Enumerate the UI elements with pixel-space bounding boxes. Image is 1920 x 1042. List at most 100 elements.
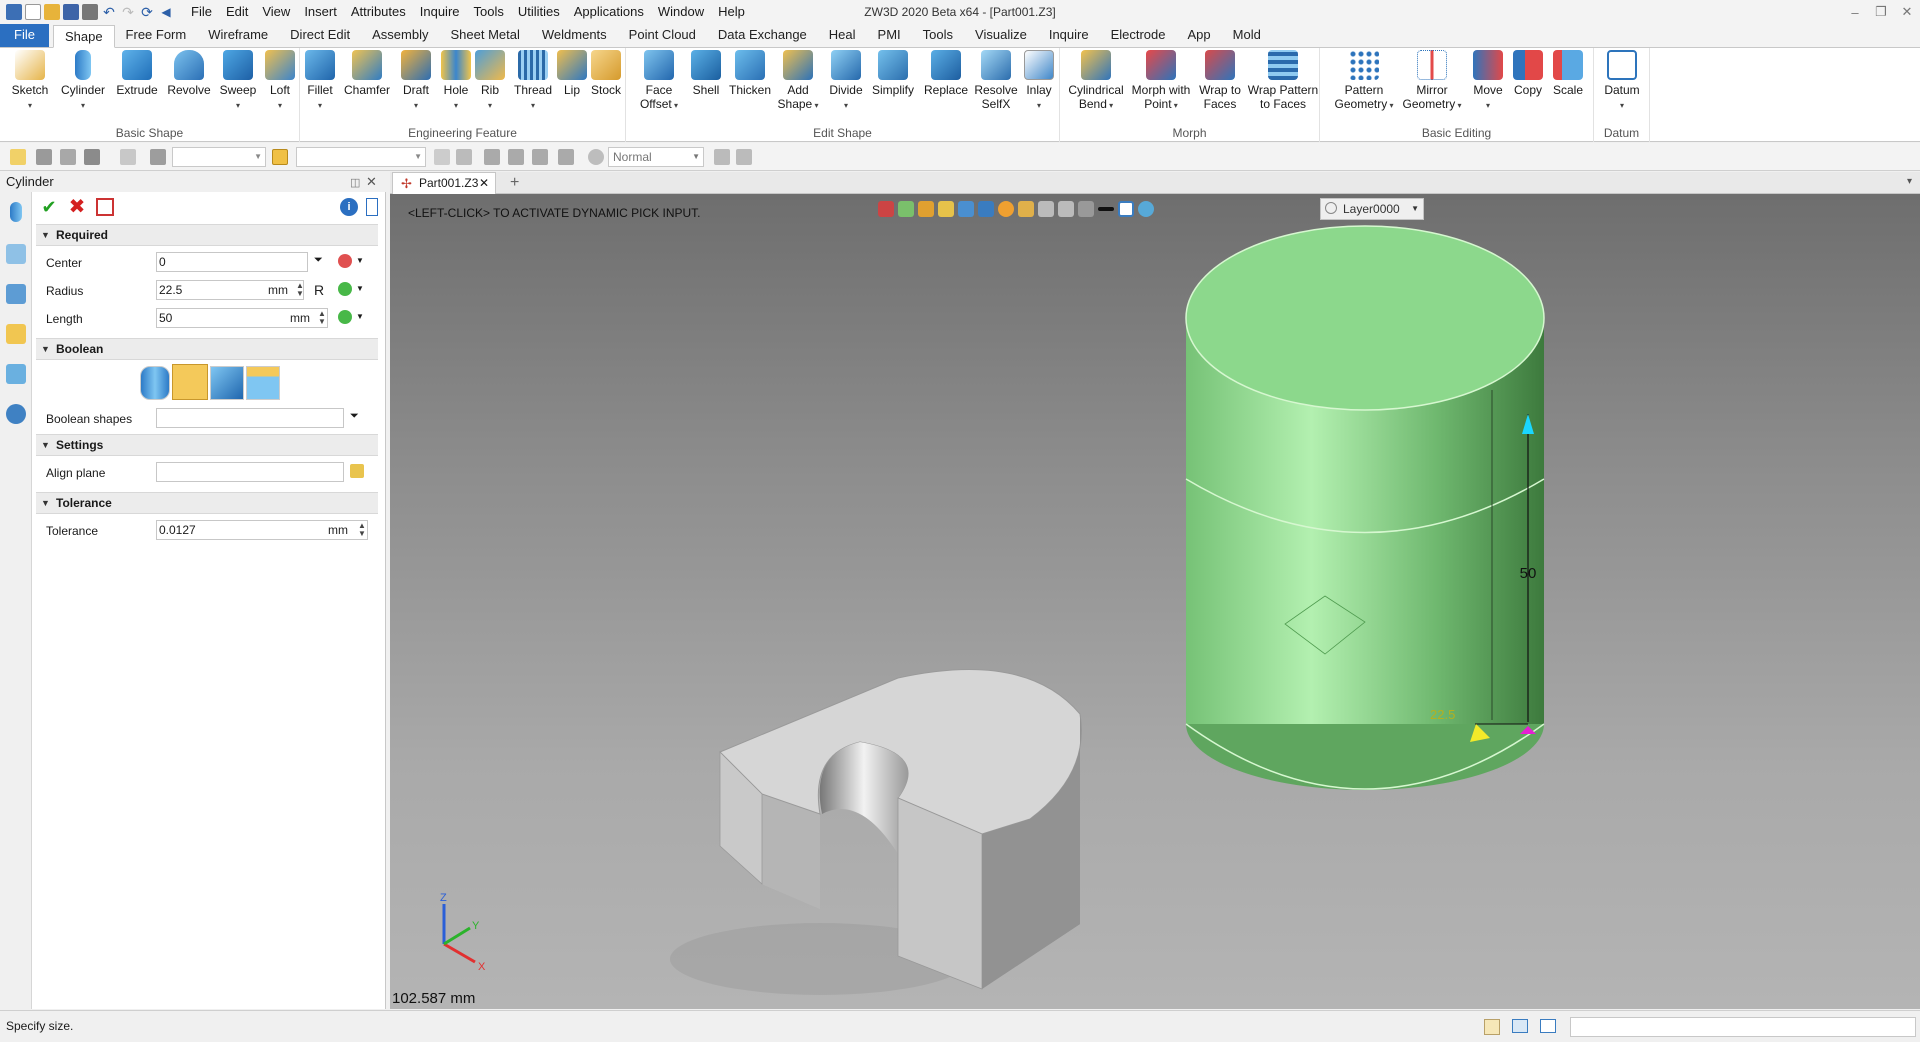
- redo-icon[interactable]: ↷: [120, 4, 136, 20]
- radius-spinner[interactable]: ▲ ▼: [296, 282, 304, 298]
- copy-button[interactable]: Copy: [1508, 50, 1548, 97]
- cylinder-button[interactable]: Cylinder ▾: [58, 50, 108, 113]
- tool-icon[interactable]: [714, 149, 730, 165]
- face-offset-button[interactable]: Face Offset ▾: [630, 50, 688, 113]
- wrap-to-faces-button[interactable]: Wrap to Faces: [1194, 50, 1246, 111]
- open-folder-icon[interactable]: [44, 4, 60, 20]
- length-dimension[interactable]: 50: [1520, 565, 1537, 582]
- loft-button[interactable]: Loft ▾: [262, 50, 298, 113]
- monitor-icon[interactable]: [1512, 1019, 1528, 1033]
- chevron-down-icon[interactable]: ▼: [356, 312, 364, 321]
- chevron-down-icon[interactable]: ▼: [356, 256, 364, 265]
- tab-assembly[interactable]: Assembly: [361, 24, 439, 47]
- menu-help[interactable]: Help: [711, 0, 752, 24]
- draft-button[interactable]: Draft ▾: [396, 50, 436, 113]
- section-required[interactable]: Required: [36, 224, 378, 246]
- document-tab[interactable]: ✢ Part001.Z3 ✕: [392, 172, 496, 194]
- cylinder-icon[interactable]: [10, 202, 22, 222]
- menu-utilities[interactable]: Utilities: [511, 0, 567, 24]
- cylinder-preview[interactable]: 50 22.5: [1185, 225, 1545, 790]
- tab-inquire[interactable]: Inquire: [1038, 24, 1100, 47]
- morph-with-point-button[interactable]: Morph with Point ▾: [1128, 50, 1194, 113]
- tab-list-icon[interactable]: ▾: [1907, 176, 1912, 187]
- save-icon[interactable]: [63, 4, 79, 20]
- filter-combo[interactable]: ▼: [172, 147, 266, 167]
- selection-mode-icon[interactable]: [150, 149, 166, 165]
- align-center-icon[interactable]: [508, 149, 524, 165]
- thicken-button[interactable]: Thicken: [726, 50, 774, 97]
- lasso-icon[interactable]: [120, 149, 136, 165]
- new-file-icon[interactable]: [25, 4, 41, 20]
- menu-tools[interactable]: Tools: [467, 0, 511, 24]
- menu-inquire[interactable]: Inquire: [413, 0, 467, 24]
- tab-file[interactable]: File: [0, 24, 49, 47]
- tab-data-exchange[interactable]: Data Exchange: [707, 24, 818, 47]
- images-icon[interactable]: [6, 364, 26, 384]
- length-spinner[interactable]: ▲ ▼: [318, 310, 326, 326]
- close-panel-icon[interactable]: ✕: [366, 174, 377, 190]
- datum-button[interactable]: Datum ▾: [1600, 50, 1644, 113]
- render-mode-combo[interactable]: Normal ▼: [608, 147, 704, 167]
- tab-sheet-metal[interactable]: Sheet Metal: [440, 24, 531, 47]
- command-input[interactable]: [1570, 1017, 1916, 1037]
- info-icon[interactable]: i: [340, 198, 358, 216]
- window-icon[interactable]: [1540, 1019, 1556, 1033]
- cancel-button[interactable]: ✖: [66, 196, 88, 218]
- section-boolean[interactable]: Boolean: [36, 338, 378, 360]
- pin-icon[interactable]: [434, 149, 450, 165]
- tab-pmi[interactable]: PMI: [867, 24, 912, 47]
- restore-icon[interactable]: ❐: [1868, 4, 1894, 20]
- simplify-button[interactable]: Simplify: [868, 50, 918, 97]
- boolean-shapes-field[interactable]: [156, 408, 344, 428]
- rib-button[interactable]: Rib ▾: [472, 50, 508, 113]
- sketch-button[interactable]: Sketch ▾: [8, 50, 52, 113]
- wrap-pattern-to-faces-button[interactable]: Wrap Pattern to Faces: [1246, 50, 1320, 111]
- align-left-icon[interactable]: [484, 149, 500, 165]
- confirm-button[interactable]: ✔: [38, 196, 60, 218]
- extrude-button[interactable]: Extrude: [112, 50, 162, 97]
- selection-combo[interactable]: ▼: [296, 147, 426, 167]
- parts-icon[interactable]: [6, 324, 26, 344]
- pin-panel-icon[interactable]: ◫: [350, 176, 360, 189]
- menu-file[interactable]: File: [184, 0, 219, 24]
- fillet-button[interactable]: Fillet ▾: [300, 50, 340, 113]
- divide-button[interactable]: Divide ▾: [824, 50, 868, 113]
- section-settings[interactable]: Settings: [36, 434, 378, 456]
- expand-panel-icon[interactable]: [366, 198, 378, 216]
- measure-icon[interactable]: [338, 282, 352, 296]
- snap-icon[interactable]: [36, 149, 52, 165]
- chevron-down-icon[interactable]: ▼: [356, 284, 364, 293]
- filter-icon[interactable]: [84, 149, 100, 165]
- scale-button[interactable]: Scale: [1548, 50, 1588, 97]
- tab-visualize[interactable]: Visualize: [964, 24, 1038, 47]
- tab-app[interactable]: App: [1177, 24, 1222, 47]
- cylindrical-bend-button[interactable]: Cylindrical Bend ▾: [1064, 50, 1128, 113]
- measure-icon[interactable]: [338, 310, 352, 324]
- menu-edit[interactable]: Edit: [219, 0, 255, 24]
- hole-button[interactable]: Hole ▾: [436, 50, 476, 113]
- section-tolerance[interactable]: Tolerance: [36, 492, 378, 514]
- 3d-viewport[interactable]: <LEFT-CLICK> TO ACTIVATE DYNAMIC PICK IN…: [390, 194, 1920, 1009]
- center-field[interactable]: 0: [156, 252, 308, 272]
- tolerance-spinner[interactable]: ▲ ▼: [358, 522, 366, 538]
- align-right-icon[interactable]: [532, 149, 548, 165]
- boolean-add-icon[interactable]: [172, 364, 208, 400]
- resolve-selfx-button[interactable]: Resolve SelfX: [972, 50, 1020, 111]
- tab-shape[interactable]: Shape: [52, 25, 115, 48]
- stock-button[interactable]: Stock: [588, 50, 624, 97]
- menu-attributes[interactable]: Attributes: [344, 0, 413, 24]
- new-tab-icon[interactable]: +: [510, 172, 519, 194]
- u-shaped-part[interactable]: [670, 669, 1082, 995]
- inlay-button[interactable]: Inlay ▾: [1020, 50, 1058, 113]
- grid-icon[interactable]: [1484, 1019, 1500, 1035]
- tab-tools[interactable]: Tools: [912, 24, 964, 47]
- close-tab-icon[interactable]: ✕: [479, 173, 489, 194]
- settings-icon[interactable]: [736, 149, 752, 165]
- chamfer-button[interactable]: Chamfer: [342, 50, 392, 97]
- menu-view[interactable]: View: [255, 0, 297, 24]
- sweep-button[interactable]: Sweep ▾: [216, 50, 260, 113]
- align-plane-field[interactable]: [156, 462, 344, 482]
- mirror-geometry-button[interactable]: Mirror Geometry ▾: [1400, 50, 1464, 113]
- refresh-icon[interactable]: ⟳: [139, 4, 155, 20]
- close-icon[interactable]: ✕: [1894, 4, 1920, 20]
